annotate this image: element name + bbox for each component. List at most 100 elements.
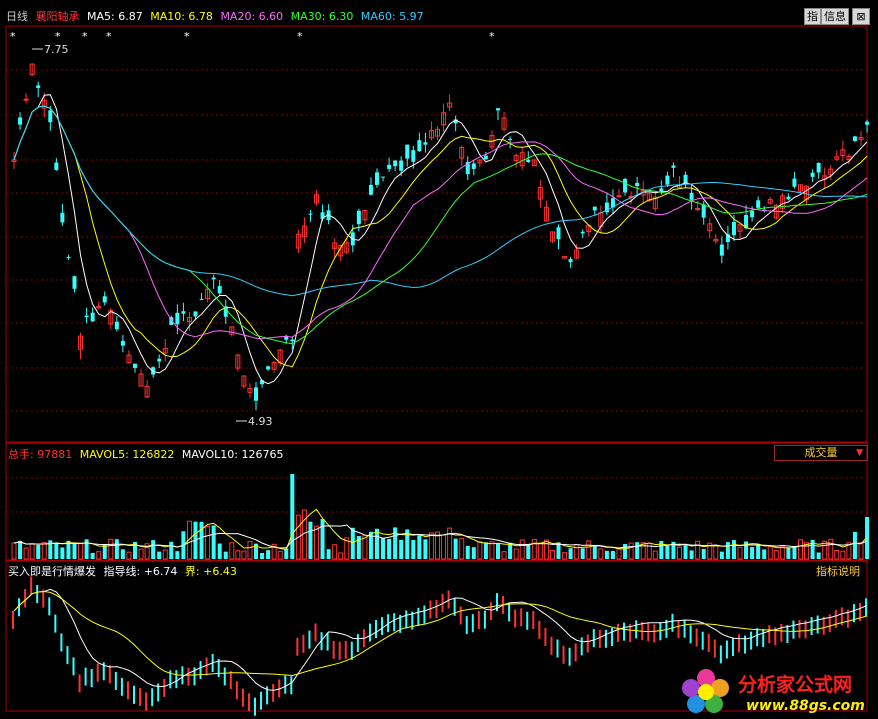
candle-body — [405, 144, 410, 159]
volume-bar — [713, 544, 719, 560]
volume-bar — [531, 538, 537, 560]
candle-body — [695, 208, 701, 211]
ma-line — [13, 105, 868, 368]
candle-body — [731, 222, 736, 236]
volume-bar — [375, 528, 379, 559]
candle-body — [381, 176, 386, 178]
chart-canvas[interactable] — [0, 0, 878, 719]
candle-body — [54, 162, 59, 170]
volume-bar — [610, 551, 615, 559]
volume-bar — [11, 542, 17, 560]
candle-body — [816, 162, 821, 173]
flower-logo-icon — [682, 669, 729, 713]
volume-bar — [628, 542, 634, 560]
bound-label: 界: +6.43 — [184, 565, 237, 578]
candle-body — [157, 358, 162, 362]
candle-body — [193, 311, 198, 317]
volume-bar — [399, 539, 404, 559]
candle-body — [387, 164, 392, 169]
volume-bar — [277, 550, 283, 560]
mavol10-label: MAVOL10: 126765 — [181, 448, 284, 461]
volume-bar — [320, 519, 325, 559]
volume-bar — [852, 531, 857, 559]
volume-bar — [266, 550, 271, 559]
volume-bar — [78, 542, 84, 560]
volume-bar — [241, 550, 247, 560]
volume-bar — [683, 545, 688, 559]
candle-body — [66, 257, 71, 259]
candle-body — [471, 163, 476, 169]
volume-bar — [465, 545, 470, 559]
volume-bar — [719, 551, 724, 559]
volume-bar — [138, 548, 144, 560]
volume-bar — [411, 540, 416, 559]
volume-bar — [756, 544, 761, 559]
volume-bar — [834, 550, 840, 560]
candle-body — [120, 340, 125, 346]
price-panel-border — [5, 25, 868, 443]
candle-body — [375, 172, 379, 185]
indicator-name: 买入即是行情爆发 — [8, 565, 96, 578]
ma-line — [13, 105, 868, 297]
volume-bar — [441, 534, 447, 560]
volume-bar — [496, 543, 500, 559]
volume-selector[interactable]: 成交量 ▼ — [774, 445, 868, 461]
volume-bar — [701, 548, 706, 559]
volume-bar — [786, 547, 791, 559]
volume-bar — [580, 548, 585, 559]
volume-bar — [623, 544, 628, 559]
volume-bar — [556, 542, 561, 559]
candle-body — [483, 155, 488, 160]
candle-body — [199, 299, 204, 301]
volume-bar — [453, 538, 458, 559]
volume-bar — [108, 538, 114, 560]
volume-bar — [543, 539, 549, 560]
volume-bar — [387, 538, 392, 559]
volume-header: 总手: 97881 MAVOL5: 126822 MAVOL10: 126765 — [8, 446, 283, 462]
candle-body — [266, 366, 271, 370]
volume-bar — [586, 540, 592, 560]
candle-body — [399, 160, 404, 171]
volume-bar — [537, 543, 543, 560]
volume-bar — [695, 540, 701, 560]
candle-body — [133, 363, 137, 368]
candle-body — [786, 196, 791, 200]
volume-bar — [477, 541, 483, 560]
watermark-title: 分析家公式网 — [738, 674, 853, 696]
candle-body — [254, 387, 258, 401]
volume-bar — [549, 549, 555, 560]
volume-bar — [151, 540, 156, 559]
volume-bar — [501, 551, 507, 560]
guide-line-label: 指导线: +6.74 — [103, 565, 178, 578]
candle-body — [48, 110, 53, 123]
volume-bar — [568, 548, 573, 559]
candle-body — [72, 276, 77, 289]
volume-bar — [635, 542, 640, 559]
volume-bar — [562, 552, 568, 560]
candle-body — [623, 179, 628, 193]
volume-bar — [417, 535, 422, 559]
volume-bar — [314, 525, 319, 560]
indicator-help-link[interactable]: 指标说明 — [816, 563, 860, 579]
candle-body — [417, 140, 422, 152]
candle-body — [526, 159, 531, 163]
candle-body — [616, 195, 622, 198]
volume-bar — [332, 544, 338, 560]
volume-bar — [211, 525, 216, 559]
candle-body — [84, 315, 89, 318]
volume-bar — [677, 546, 682, 560]
candle-body — [211, 277, 216, 280]
watermark-url: www.88gs.com — [746, 698, 865, 714]
candle-body — [18, 117, 23, 125]
candle-body — [852, 136, 857, 142]
candle-body — [175, 312, 180, 325]
volume-bar — [290, 474, 295, 559]
candle-body — [671, 165, 676, 168]
volume-bar — [60, 547, 65, 559]
volume-bar — [798, 539, 803, 560]
volume-bar — [459, 537, 465, 560]
volume-bar — [284, 548, 289, 559]
volume-bar — [162, 549, 168, 560]
candle-body — [356, 210, 361, 225]
candle-body — [308, 213, 313, 215]
